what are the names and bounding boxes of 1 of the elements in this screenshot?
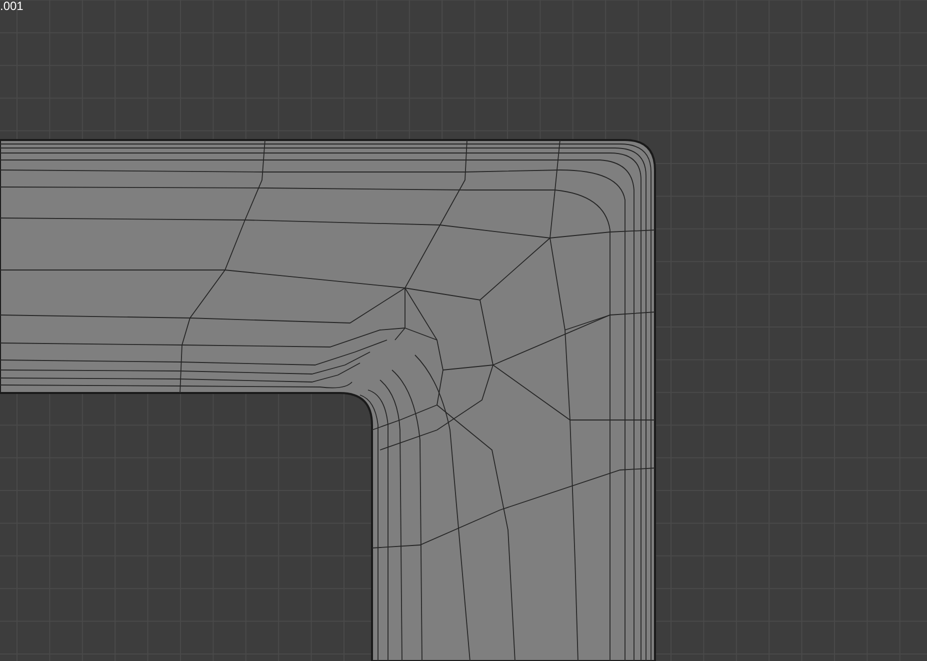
overlay-label: .001 bbox=[0, 0, 24, 12]
